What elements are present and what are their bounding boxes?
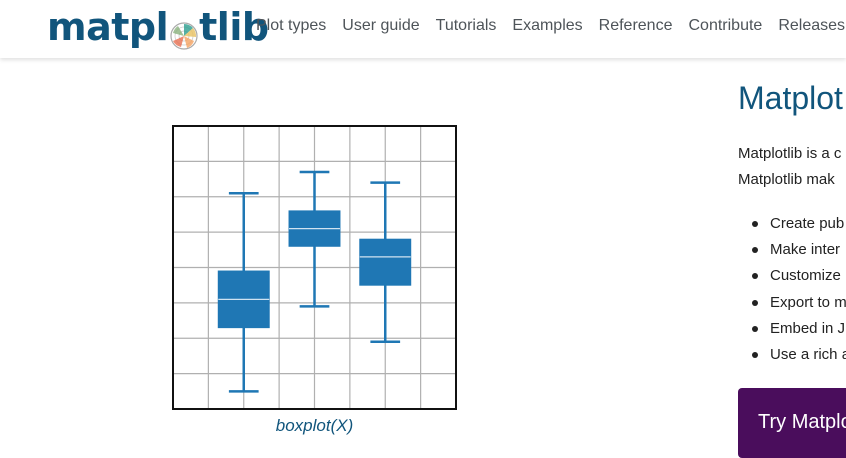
page-title: Matplot [738,80,843,116]
bullet-dot-icon [752,325,758,332]
nav-contribute[interactable]: Contribute [688,17,762,35]
list-item-text: Create pub [770,215,845,232]
nav-releases[interactable]: Releases [778,17,845,35]
figure-caption[interactable]: boxplot(X) [172,416,457,436]
list-item-text: Export to m [770,293,846,311]
list-item-text: Make inter [770,241,841,259]
bullet-dot-icon [752,247,758,254]
bullet-dot-icon [752,351,758,358]
main-nav: Plot types User guide Tutorials Examples… [256,17,846,35]
bullet-dot-icon [752,299,758,306]
boxplot-figure[interactable] [172,125,457,410]
list-item: Embed in J [750,319,846,345]
nav-tutorials[interactable]: Tutorials [436,17,497,35]
bullet-dot-icon [752,221,758,227]
matplotlib-logo[interactable]: matpl tlib [47,5,269,50]
intro-line-2: Matplotlib mak [738,171,835,188]
list-item: Create pub [750,214,846,240]
logo-wheel-icon [169,16,199,50]
intro-line-1: Matplotlib is a c [738,145,842,162]
list-item-text: Embed in J [770,319,846,337]
list-item: Customize [750,266,846,292]
nav-plot-types[interactable]: Plot types [256,17,326,35]
list-item-text: Customize [770,267,841,285]
logo-text-left: matpl [47,5,169,49]
list-item: Make inter [750,240,846,266]
try-matplotlib-button[interactable]: Try Matplo [738,388,846,458]
nav-user-guide[interactable]: User guide [342,17,419,35]
list-item-text: Use a rich a [770,345,846,363]
bullet-dot-icon [752,273,758,280]
list-item: Export to m [750,293,846,319]
list-item: Use a rich a [750,345,846,371]
nav-examples[interactable]: Examples [512,17,582,35]
nav-reference[interactable]: Reference [599,17,673,35]
boxplot-chart [172,125,457,410]
site-header: matpl tlib Plot types User guide Tutoria… [0,0,846,58]
feature-list: Create pub Make inter Customize Export t… [750,214,846,371]
boxplot-box-3 [359,238,412,286]
